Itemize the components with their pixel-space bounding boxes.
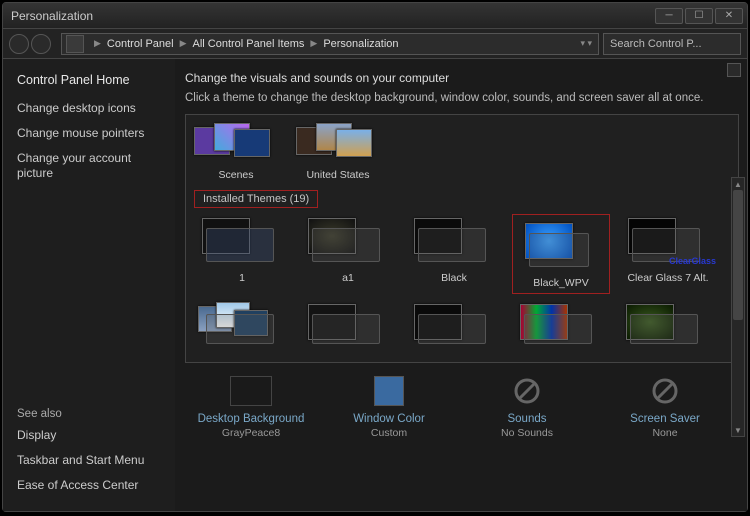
clearglass-logo: ClearGlass <box>669 256 716 266</box>
personalization-window: Personalization ─ ☐ ✕ ▶ Control Panel ▶ … <box>2 2 748 512</box>
screen-saver-option[interactable]: Screen Saver None <box>603 373 727 439</box>
theme-label: a1 <box>300 272 396 284</box>
themes-panel: Scenes United States Installed Themes (1… <box>185 114 739 363</box>
theme-item[interactable] <box>512 300 608 354</box>
option-label: Desktop Background <box>189 413 313 425</box>
breadcrumb-dropdown-icon[interactable]: ▾ ▾ <box>574 38 598 49</box>
breadcrumb-item[interactable]: Control Panel <box>107 38 174 50</box>
breadcrumb-item[interactable]: Personalization <box>323 38 398 50</box>
no-sound-icon <box>465 373 589 409</box>
forward-button[interactable] <box>31 34 51 54</box>
no-screensaver-icon <box>603 373 727 409</box>
theme-label: Clear Glass 7 Alt. <box>620 272 716 284</box>
sidebar-link-taskbar[interactable]: Taskbar and Start Menu <box>17 453 161 468</box>
sidebar-link-ease-of-access[interactable]: Ease of Access Center <box>17 478 161 493</box>
option-label: Window Color <box>327 413 451 425</box>
sidebar-heading[interactable]: Control Panel Home <box>17 73 161 87</box>
theme-black[interactable]: Black <box>406 214 502 294</box>
theme-label: Black <box>406 272 502 284</box>
option-value: No Sounds <box>465 427 589 439</box>
theme-item[interactable] <box>194 300 290 354</box>
window-controls: ─ ☐ ✕ <box>655 8 743 24</box>
minimize-button[interactable]: ─ <box>655 8 683 24</box>
theme-united-states[interactable]: United States <box>296 121 380 181</box>
search-input[interactable]: Search Control P... <box>603 33 741 55</box>
theme-item[interactable] <box>406 300 502 354</box>
scroll-up-icon[interactable]: ▲ <box>732 178 744 190</box>
theme-label: Scenes <box>194 169 278 181</box>
help-icon[interactable] <box>727 63 741 77</box>
theme-label: Black_WPV <box>517 277 605 289</box>
search-placeholder: Search Control P... <box>610 38 702 50</box>
theme-1[interactable]: 1 <box>194 214 290 294</box>
scroll-thumb[interactable] <box>733 190 743 320</box>
content-sub: Click a theme to change the desktop back… <box>185 91 739 106</box>
installed-themes-label: Installed Themes (19) <box>194 190 318 208</box>
theme-item[interactable] <box>300 300 396 354</box>
option-label: Sounds <box>465 413 589 425</box>
sidebar-link-display[interactable]: Display <box>17 428 161 443</box>
toolbar: ▶ Control Panel ▶ All Control Panel Item… <box>3 29 747 59</box>
window-title: Personalization <box>7 9 655 23</box>
sidebar-link-account-picture[interactable]: Change your account picture <box>17 151 161 181</box>
settings-row: Desktop Background GrayPeace8 Window Col… <box>185 373 739 439</box>
desktop-bg-icon <box>230 376 272 406</box>
sidebar: Control Panel Home Change desktop icons … <box>3 59 175 511</box>
breadcrumb-item[interactable]: All Control Panel Items <box>193 38 305 50</box>
chevron-right-icon: ▶ <box>88 38 107 49</box>
see-also-heading: See also <box>17 408 161 420</box>
window-color-option[interactable]: Window Color Custom <box>327 373 451 439</box>
window-color-icon <box>374 376 404 406</box>
close-button[interactable]: ✕ <box>715 8 743 24</box>
theme-label: 1 <box>194 272 290 284</box>
chevron-right-icon: ▶ <box>304 38 323 49</box>
content-heading: Change the visuals and sounds on your co… <box>185 71 739 85</box>
location-icon <box>66 35 84 53</box>
theme-black-wpv-selected[interactable]: Black_WPV <box>512 214 610 294</box>
content-area: Change the visuals and sounds on your co… <box>175 59 747 511</box>
sidebar-link-mouse-pointers[interactable]: Change mouse pointers <box>17 126 161 141</box>
option-value: GrayPeace8 <box>189 427 313 439</box>
desktop-background-option[interactable]: Desktop Background GrayPeace8 <box>189 373 313 439</box>
sidebar-link-desktop-icons[interactable]: Change desktop icons <box>17 101 161 116</box>
theme-label: United States <box>296 169 380 181</box>
theme-a1[interactable]: a1 <box>300 214 396 294</box>
scrollbar[interactable]: ▲ ▼ <box>731 177 745 437</box>
option-value: Custom <box>327 427 451 439</box>
option-label: Screen Saver <box>603 413 727 425</box>
maximize-button[interactable]: ☐ <box>685 8 713 24</box>
theme-item[interactable] <box>618 300 714 354</box>
titlebar[interactable]: Personalization ─ ☐ ✕ <box>3 3 747 29</box>
chevron-right-icon: ▶ <box>174 38 193 49</box>
option-value: None <box>603 427 727 439</box>
theme-clear-glass[interactable]: ClearGlass Clear Glass 7 Alt. <box>620 214 716 294</box>
back-button[interactable] <box>9 34 29 54</box>
sounds-option[interactable]: Sounds No Sounds <box>465 373 589 439</box>
scroll-down-icon[interactable]: ▼ <box>732 424 744 436</box>
breadcrumb-bar[interactable]: ▶ Control Panel ▶ All Control Panel Item… <box>61 33 599 55</box>
theme-scenes[interactable]: Scenes <box>194 121 278 181</box>
